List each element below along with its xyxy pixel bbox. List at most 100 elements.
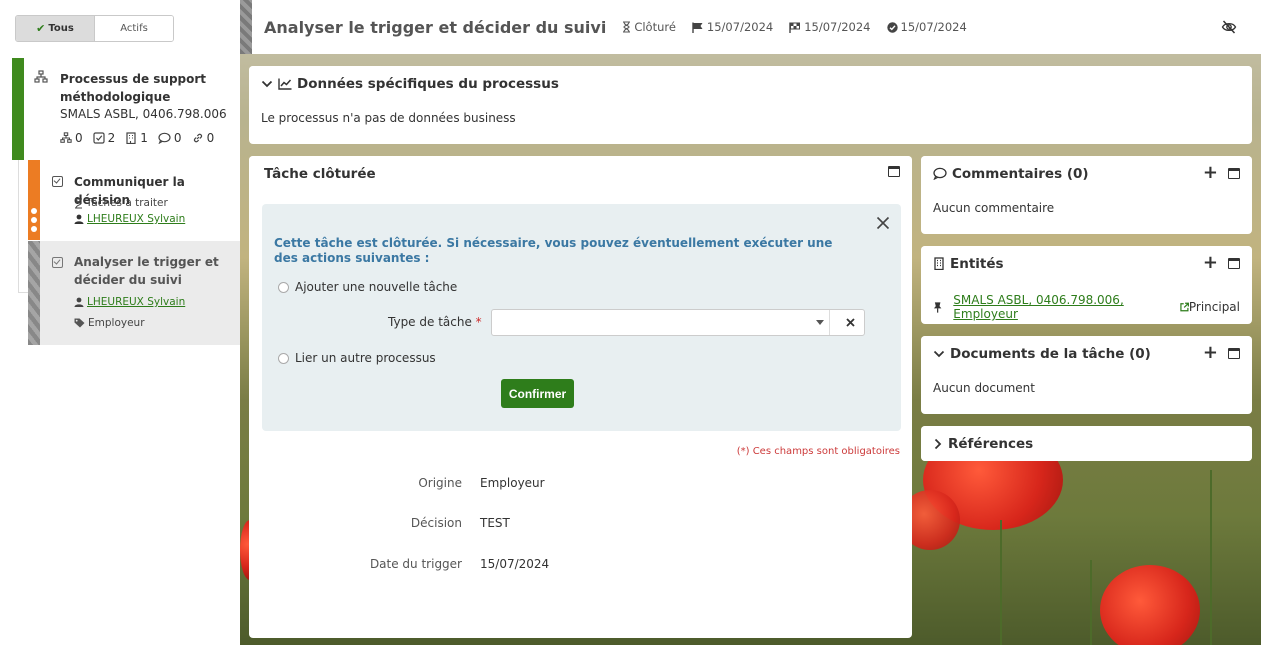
filter-all-button[interactable]: ✔ Tous [16,16,95,41]
task-status-label: Tâches à traiter [86,197,168,209]
comments-title: Commentaires (0) [952,165,1089,182]
filter-all-label: Tous [48,23,74,34]
task-assignee-link[interactable]: LHEUREUX Sylvain [87,296,185,308]
option-link-process-radio[interactable]: Lier un autre processus [278,351,436,365]
checkered-flag-icon [789,22,801,33]
task-title: Analyser le trigger et décider du suivi [74,255,219,287]
panel-tools: + [1203,164,1240,182]
add-document-button[interactable]: + [1203,344,1218,362]
entities-body: SMALS ASBL, 0406.798.006, Employeur Prin… [921,281,1252,324]
task-check-icon [52,257,63,268]
process-item[interactable]: Processus de support méthodologique SMAL… [12,58,240,160]
external-link-icon[interactable] [1179,302,1189,312]
documents-panel: Documents de la tâche (0) + Aucun docume… [921,336,1252,414]
maximize-icon[interactable] [1228,257,1240,269]
task-item-analyser[interactable]: Analyser le trigger et décider du suivi … [28,241,240,345]
filter-active-button[interactable]: Actifs [95,16,173,41]
references-panel: Références [921,426,1252,461]
task-assignee-link[interactable]: LHEUREUX Sylvain [87,213,185,225]
process-data-panel: Données spécifiques du processus Le proc… [249,66,1252,144]
entity-link[interactable]: SMALS ASBL, 0406.798.006, Employeur [953,293,1175,321]
task-tag: Employeur [74,317,145,329]
page-title: Analyser le trigger et décider du suivi [264,17,607,37]
start-date-value: 15/07/2024 [706,20,774,34]
status-badge: Clôturé [622,20,676,34]
building-icon [126,132,136,144]
end-date: 15/07/2024 [789,20,871,34]
main-content: Analyser le trigger et décider du suivi … [240,0,1261,645]
task-check-icon [52,176,63,187]
thumbtack-icon [933,302,942,313]
add-comment-button[interactable]: + [1203,164,1218,182]
eye-slash-icon[interactable] [1221,19,1237,35]
option-link-process-label: Lier un autre processus [295,351,436,365]
radio-button[interactable] [278,352,289,364]
maximize-icon[interactable] [1228,167,1240,179]
references-title: Références [948,435,1034,452]
task-assignee: LHEUREUX Sylvain [74,213,185,225]
user-icon [74,297,84,307]
entities-title: Entités [950,255,1004,272]
process-data-body: Le processus n'a pas de données business [261,111,516,125]
maximize-icon[interactable] [1228,347,1240,359]
option-new-task-radio[interactable]: Ajouter une nouvelle tâche [278,280,457,294]
process-title: Processus de support méthodologique [60,72,207,104]
entities-panel: Entités + SMALS ASBL, 0406.798.006, Empl… [921,246,1252,324]
comment-count: 0 [158,131,182,145]
subprocess-count-value: 0 [75,131,83,145]
required-mark: * [475,315,482,329]
references-header[interactable]: Références [921,426,1252,461]
add-entity-button[interactable]: + [1203,254,1218,272]
tag-icon [74,318,85,328]
status-stripe [240,0,252,54]
process-subtitle: SMALS ASBL, 0406.798.006 [60,107,227,121]
start-date: 15/07/2024 [692,20,773,34]
tree-connector [18,292,28,293]
background-stem [1090,560,1092,645]
comment-icon [933,167,947,180]
alert-message: Cette tâche est clôturée. Si nécessaire,… [274,236,833,265]
entity-role: Principal [1188,300,1240,314]
chevron-right-icon[interactable] [933,438,943,450]
user-icon [74,214,84,224]
field-label-trigger-date: Date du trigger [369,557,462,571]
check-circle-icon [886,21,898,33]
task-type-label: Type de tâche * [388,315,482,329]
confirm-button[interactable]: Confirmer [501,379,574,408]
close-icon[interactable] [876,216,890,230]
radio-button[interactable] [278,281,289,293]
task-count: 2 [93,131,115,145]
clear-icon[interactable] [836,310,864,335]
maximize-icon[interactable] [888,166,900,177]
sitemap-icon [60,132,72,143]
closed-task-alert: Cette tâche est clôturée. Si nécessaire,… [262,204,901,431]
building-icon [933,257,945,270]
chevron-down-icon[interactable] [261,79,273,89]
caret-down-icon[interactable] [810,310,830,335]
panel-tools [888,166,900,177]
documents-body: Aucun document [933,381,1035,395]
task-assignee: LHEUREUX Sylvain [74,296,185,308]
link-count-value: 0 [206,131,215,145]
task-type-select[interactable] [491,309,865,336]
entity-count: 1 [125,131,148,145]
link-icon [193,133,202,143]
field-value-decision: TEST [480,516,510,530]
process-data-header[interactable]: Données spécifiques du processus [249,66,1252,101]
filter-toggle: ✔ Tous Actifs [15,15,174,42]
checkbox-icon [93,132,105,144]
chevron-down-icon[interactable] [933,349,945,359]
task-item-communiquer[interactable]: Communiquer la décision Tâches à traiter… [28,160,240,240]
task-header: Analyser le trigger et décider du suivi … [252,0,1261,54]
entity-count-value: 1 [140,131,148,145]
option-new-task-label: Ajouter une nouvelle tâche [295,280,458,294]
hourglass-icon [75,198,82,208]
flag-icon [692,22,703,33]
field-label-origin: Origine [418,476,462,490]
panel-tools: + [1203,344,1240,362]
field-value-origin: Employeur [480,476,545,490]
drag-handle-icon[interactable] [31,208,37,232]
link-count: 0 [192,131,215,145]
field-value-trigger-date: 15/07/2024 [480,557,550,571]
closed-task-panel: Tâche clôturée Cette tâche est clôturée.… [249,156,912,638]
